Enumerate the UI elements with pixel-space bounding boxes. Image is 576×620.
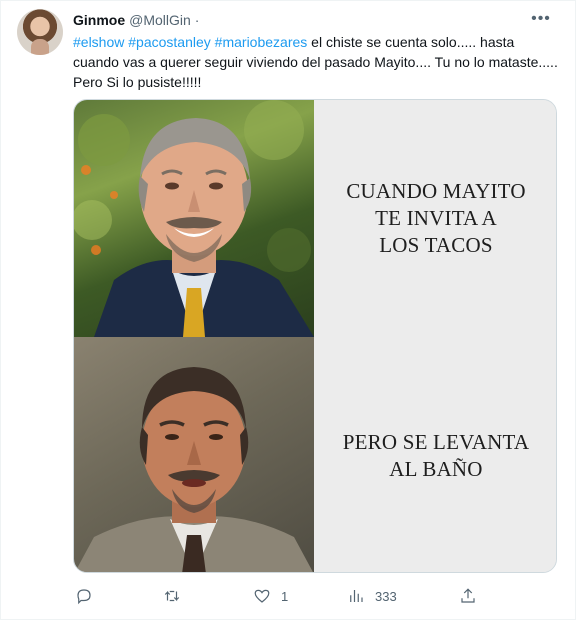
action-bar: 1 333 [73,584,493,608]
views-button[interactable]: 333 [347,584,397,608]
meme-image[interactable]: CUANDO MAYITO TE INVITA A LOS TACOS PERO… [73,99,557,573]
caption-line: LOS TACOS [379,233,493,257]
heart-icon [254,589,270,603]
tweet-header: Ginmoe @MollGin · [73,10,199,30]
caption-line: PERO SE LEVANTA [342,429,530,454]
retweet-button[interactable] [163,584,191,608]
hashtag-link[interactable]: #elshow [73,34,124,50]
retweet-icon [164,590,180,602]
more-options-button[interactable]: ••• [529,9,553,29]
views-count: 333 [375,588,397,604]
tweet-card[interactable]: Ginmoe @MollGin · ••• #elshow #pacostanl… [0,0,576,620]
views-chart-icon [350,590,363,602]
share-button[interactable] [459,584,477,608]
author-name[interactable]: Ginmoe [73,12,125,28]
avatar[interactable] [17,9,63,55]
hashtag-link[interactable]: #mariobezares [215,34,308,50]
header-separator: · [194,12,200,28]
share-icon [461,588,475,603]
photo-serious-man [74,337,314,572]
top-caption: CUANDO MAYITO TE INVITA A LOS TACOS [346,178,525,259]
like-count: 1 [281,588,289,604]
like-button[interactable]: 1 [253,584,288,608]
tweet-text: #elshow #pacostanley #mariobezares el ch… [73,32,561,92]
caption-line: CUANDO MAYITO [346,179,526,203]
top-caption-panel: CUANDO MAYITO TE INVITA A LOS TACOS [314,100,556,337]
photo-smiling-man [74,100,314,337]
bottom-caption: PERO SE LEVANTA AL BAÑO [343,429,529,483]
caption-line: AL BAÑO [389,456,483,481]
reply-icon [77,589,91,605]
hashtag-link[interactable]: #pacostanley [128,34,211,50]
caption-line: TE INVITA A [375,206,497,230]
author-handle[interactable]: @MollGin [129,12,191,28]
reply-button[interactable] [75,584,103,608]
more-dots-icon: ••• [531,10,551,27]
bottom-caption-panel: PERO SE LEVANTA AL BAÑO [314,337,556,572]
